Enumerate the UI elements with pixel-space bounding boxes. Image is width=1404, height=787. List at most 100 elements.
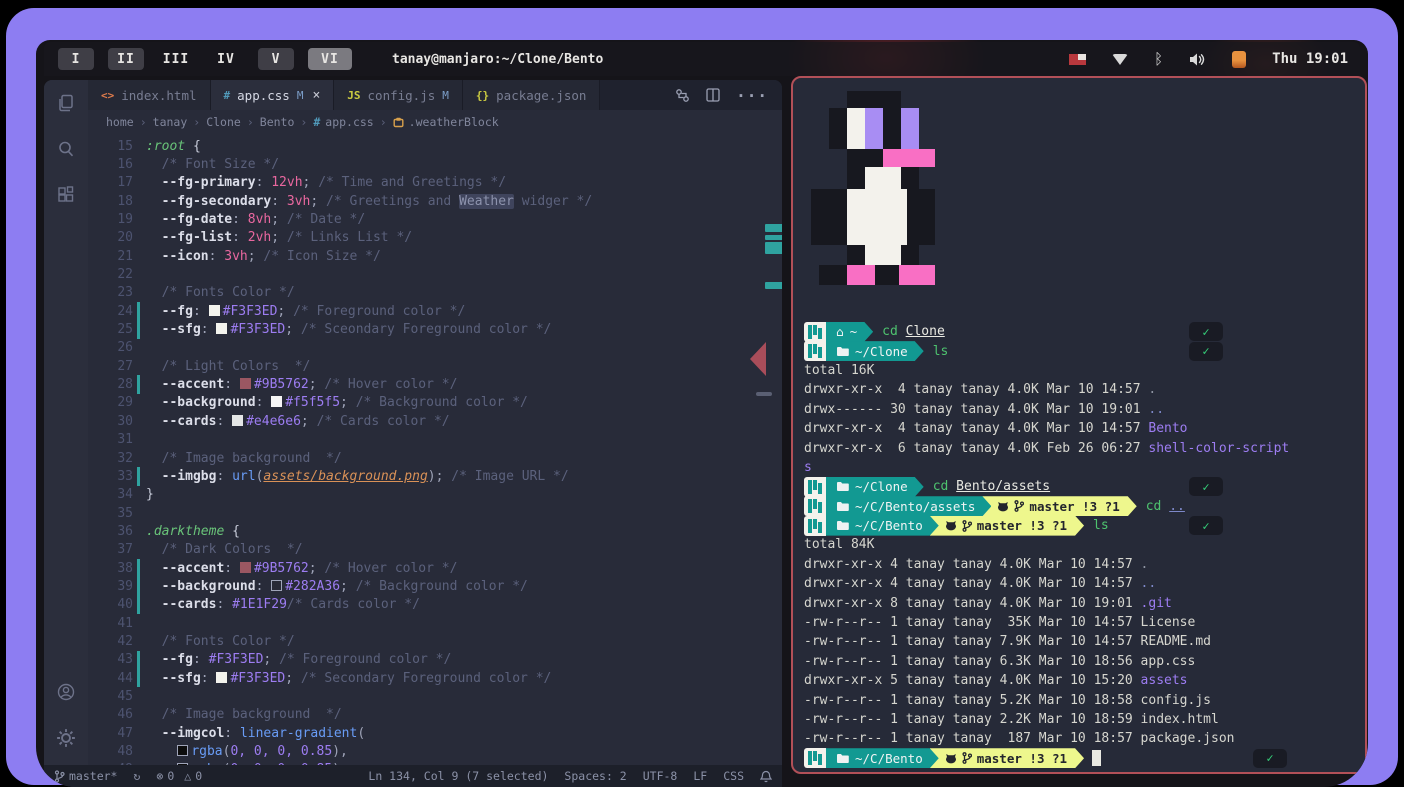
command-text: ls <box>1093 518 1109 533</box>
git-modified-gutter <box>137 375 140 393</box>
code-line: 17 --fg-primary: 12vh; /* Time and Greet… <box>44 174 782 192</box>
line-number: 36 <box>44 524 133 539</box>
gutter-spacer <box>137 706 140 724</box>
breadcrumb: home›tanay›Clone›Bento›#app.css›.weather… <box>88 110 782 134</box>
code-line: 21 --icon: 3vh; /* Icon Size */ <box>44 247 782 265</box>
folder-icon <box>836 501 849 512</box>
breadcrumb-item[interactable]: .weatherBlock <box>393 115 499 129</box>
line-number: 35 <box>44 506 133 521</box>
line-number: 44 <box>44 671 133 686</box>
workspace-III[interactable]: III <box>158 48 194 70</box>
code-line: 45 <box>44 687 782 705</box>
code-line: 41 <box>44 614 782 632</box>
volume-icon[interactable] <box>1189 52 1206 67</box>
encoding[interactable]: UTF-8 <box>643 769 678 783</box>
sync-icon[interactable]: ↻ <box>133 769 140 783</box>
line-number: 28 <box>44 377 133 392</box>
warnings-icon: △ <box>184 769 191 783</box>
cursor-position[interactable]: Ln 134, Col 9 (7 selected) <box>368 769 548 783</box>
tab-index.html[interactable]: <> index.html <box>88 80 211 110</box>
terminal-window[interactable]: ⌂~cd Clone✓~/Clonels✓total 16Kdrwxr-xr-x… <box>791 76 1367 774</box>
terminal-line: ~/C/Bento/assetsmaster !3 ?1cd .. <box>804 497 1359 516</box>
notifications-bell-icon[interactable] <box>760 770 772 783</box>
scrollbar-handle[interactable] <box>756 392 772 396</box>
code-text: --sfg: #F3F3ED; /* Secondary Foreground … <box>146 671 551 686</box>
workspace-IV[interactable]: IV <box>208 48 244 70</box>
explorer-icon[interactable] <box>44 80 88 126</box>
gutter-spacer <box>137 724 140 742</box>
gutter-spacer <box>137 632 140 650</box>
code-text: /* Image background */ <box>146 707 342 722</box>
breadcrumb-item[interactable]: Bento <box>260 115 295 129</box>
code-text: --fg-date: 8vh; /* Date */ <box>146 212 365 227</box>
git-status-text: master !3 ?1 <box>1029 499 1119 514</box>
focused-window-title: tanay@manjaro:~/Clone/Bento <box>392 52 603 67</box>
more-actions-icon[interactable]: ··· <box>736 86 768 105</box>
color-swatch <box>271 580 282 591</box>
keyboard-layout-flag-icon[interactable] <box>1069 54 1086 65</box>
code-text: --imgcol: linear-gradient( <box>146 726 365 741</box>
tray-app-icon[interactable] <box>1232 51 1246 68</box>
terminal-line: total 84K <box>804 535 1359 554</box>
breadcrumb-item[interactable]: Clone <box>206 115 241 129</box>
command-text: cd Clone <box>882 324 945 339</box>
tab-label: index.html <box>121 88 196 103</box>
code-area[interactable]: 15:root {16 /* Font Size */17 --fg-prima… <box>44 134 782 765</box>
indentation[interactable]: Spaces: 2 <box>564 769 626 783</box>
workspace-VI[interactable]: VI <box>308 48 352 70</box>
wifi-icon[interactable] <box>1112 54 1128 65</box>
git-branch-indicator[interactable]: master* <box>54 769 117 783</box>
workspace-V[interactable]: V <box>258 48 294 70</box>
line-number: 16 <box>44 157 133 172</box>
code-text: --accent: #9B5762; /* Hover color */ <box>146 561 457 576</box>
code-text: /* Light Colors */ <box>146 359 310 374</box>
code-text: --cards: #1E1F29/* Cards color */ <box>146 597 420 612</box>
gutter-spacer <box>137 541 140 559</box>
css-file-icon: # <box>313 115 320 129</box>
prompt-path: ~/Clone <box>855 479 908 494</box>
open-changes-icon[interactable] <box>675 88 690 103</box>
command-text: cd .. <box>1146 499 1185 514</box>
workspace-II[interactable]: II <box>108 48 144 70</box>
bluetooth-icon[interactable]: ᛒ <box>1154 50 1163 68</box>
gutter-spacer <box>137 486 140 504</box>
tab-config.js[interactable]: JSconfig.jsM <box>334 80 463 110</box>
breadcrumb-separator: › <box>380 115 387 129</box>
code-line: 27 /* Light Colors */ <box>44 357 782 375</box>
workspace-I[interactable]: I <box>58 48 94 70</box>
line-number: 40 <box>44 597 133 612</box>
breadcrumb-item[interactable]: home <box>106 115 134 129</box>
code-text: /* Font Size */ <box>146 157 279 172</box>
breadcrumb-label: tanay <box>153 115 188 129</box>
code-text: --background: #f5f5f5; /* Background col… <box>146 395 528 410</box>
terminal-line: ~/C/Bentomaster !3 ?1✓ <box>804 749 1359 768</box>
html-file-icon: <> <box>101 89 114 102</box>
close-tab-icon[interactable]: × <box>312 88 320 103</box>
gutter-spacer <box>137 357 140 375</box>
language-mode[interactable]: CSS <box>723 769 744 783</box>
breadcrumb-item[interactable]: #app.css <box>313 115 373 129</box>
git-branch-icon <box>962 752 972 764</box>
split-editor-icon[interactable] <box>706 88 720 102</box>
color-swatch <box>216 672 227 683</box>
tab-app.css[interactable]: #app.cssM× <box>211 80 335 110</box>
code-text: /* Fonts Color */ <box>146 634 295 649</box>
code-line: 43 --fg: #F3F3ED; /* Foreground color */ <box>44 651 782 669</box>
gutter-spacer <box>137 339 140 357</box>
folder-icon <box>836 346 849 357</box>
code-line: 35 <box>44 504 782 522</box>
breadcrumb-item[interactable]: tanay <box>153 115 188 129</box>
problems-indicator[interactable]: ⊗0 △0 <box>156 769 202 783</box>
gutter-spacer <box>137 522 140 540</box>
tab-package.json[interactable]: {}package.json <box>463 80 601 110</box>
color-swatch <box>271 396 282 407</box>
manjaro-logo-segment <box>804 496 826 516</box>
eol[interactable]: LF <box>693 769 707 783</box>
prompt-path-segment: ~/Clone <box>826 341 924 361</box>
line-number: 34 <box>44 487 133 502</box>
terminal-line: -rw-r--r-- 1 tanay tanay 5.2K Mar 10 18:… <box>804 690 1359 709</box>
gutter-spacer <box>137 229 140 247</box>
line-number: 18 <box>44 194 133 209</box>
line-number: 21 <box>44 249 133 264</box>
code-line: 36.darktheme { <box>44 522 782 540</box>
